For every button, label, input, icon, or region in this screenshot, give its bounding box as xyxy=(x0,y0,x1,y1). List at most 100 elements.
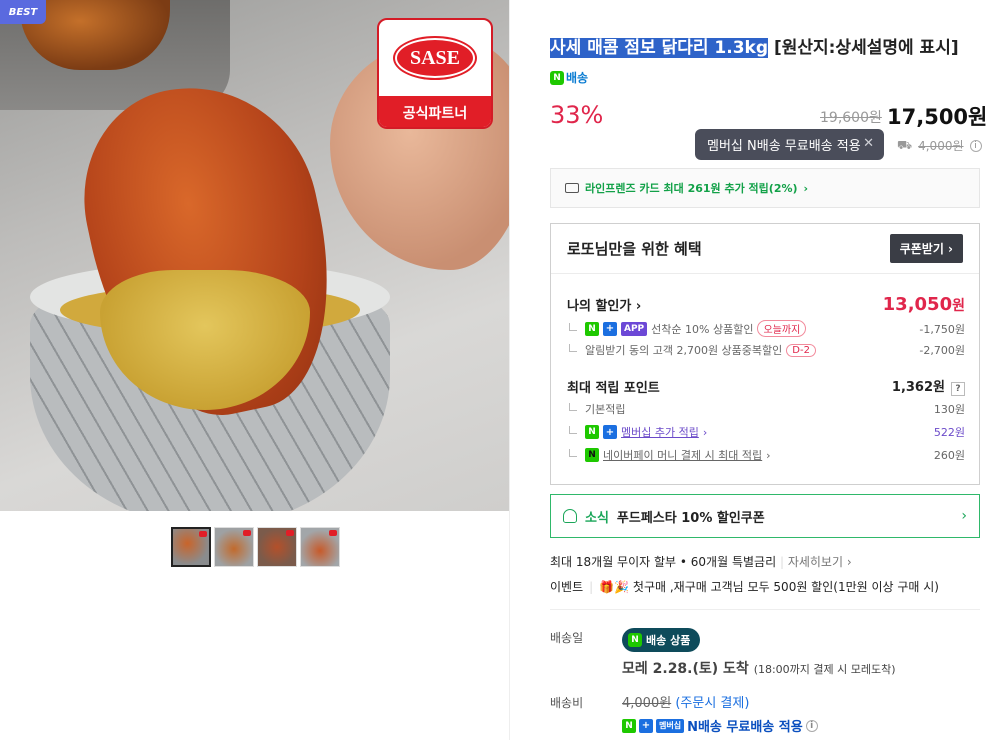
point-text: 기본적립 xyxy=(585,403,626,416)
naverpay-points-link[interactable]: 네이버페이 머니 결제 시 최대 적립 xyxy=(603,447,762,463)
coupon-button[interactable]: 쿠폰받기 › xyxy=(889,234,963,263)
membership-tooltip: 멤버십 N배송 무료배송 적용 ✕ xyxy=(695,129,884,160)
naverpay-icon: N xyxy=(585,448,599,462)
product-title-selected: 사세 매콤 점보 닭다리 1.3kg xyxy=(550,38,769,58)
product-title: 사세 매콤 점보 닭다리 1.3kg [원산지:상세설명에 표시] N 배송 xyxy=(550,33,980,93)
delivery-note: (18:00까지 결제 시 모레도착) xyxy=(753,663,896,676)
shipping-fee-summary: ⛟ 4,000원 i xyxy=(897,137,982,154)
sase-logo: SASE xyxy=(395,38,475,78)
shipping-fee: 4,000원 (주문시 결제) xyxy=(622,692,749,711)
party-icon: 🎉 xyxy=(614,580,630,594)
benefit-title: 로또님만을 위한 혜택 xyxy=(567,240,702,258)
discount-amount: -2,700원 xyxy=(919,344,965,357)
my-price-number: 13,050 xyxy=(882,294,953,315)
delivery-date-label: 배송일 xyxy=(550,631,584,645)
news-tag: 소식 xyxy=(585,510,609,526)
card-promo[interactable]: 라인프렌즈 카드 최대 261원 추가 적립(2%) › xyxy=(550,168,980,208)
thumbnail-1[interactable] xyxy=(171,527,211,567)
news-coupon-banner[interactable]: 소식 푸드페스타 10% 할인쿠폰 › xyxy=(550,494,980,538)
card-promo-text: 라인프렌즈 카드 최대 261원 추가 적립(2%) xyxy=(585,182,798,195)
discount-text: 선착순 10% 상품할인 xyxy=(651,322,754,336)
plus-icon: + xyxy=(603,321,617,336)
n-icon: N xyxy=(585,425,599,439)
event-text: 첫구매 ,재구매 고객님 모두 500원 할인(1만원 이상 구매 시) xyxy=(632,580,939,594)
thumb-logo-icon xyxy=(329,530,337,536)
discount-rate: 33% xyxy=(550,101,604,129)
point-amount: 130원 xyxy=(933,403,965,416)
shipping-fee-amount: 4,000원 xyxy=(622,696,672,711)
n-delivery-icon: N xyxy=(550,71,564,85)
close-icon[interactable]: ✕ xyxy=(863,136,874,151)
delivery-chip-label: 배송 상품 xyxy=(646,634,691,647)
delivery-date-text: 모레 2.28.(토) 도착 xyxy=(622,661,749,677)
thumb-logo-icon xyxy=(199,531,207,537)
discount-row-2: 알림받기 동의 고객 2,700원 상품중복할인 D-2 -2,700원 xyxy=(567,342,965,358)
tooltip-text: 멤버십 N배송 무료배송 적용 xyxy=(707,139,861,154)
point-row-3[interactable]: N 네이버페이 머니 결제 시 최대 적립 › 260원 xyxy=(567,447,965,463)
coupon-button-label: 쿠폰받기 xyxy=(899,242,944,256)
event-label: 이벤트 xyxy=(550,580,584,594)
info-icon[interactable]: i xyxy=(805,719,818,732)
pay-on-order: (주문시 결제) xyxy=(675,696,750,711)
product-info: 사세 매콤 점보 닭다리 1.3kg [원산지:상세설명에 표시] N 배송 33… xyxy=(509,0,991,740)
brand-partner-badge: SASE 공식파트너 xyxy=(377,18,493,129)
chevron-right-icon: › xyxy=(961,508,967,524)
chevron-right-icon: › xyxy=(803,181,809,195)
info-icon[interactable]: i xyxy=(969,139,982,152)
membership-badge: 멤버십 xyxy=(656,718,685,733)
thumbnail-4[interactable] xyxy=(300,527,340,567)
membership-free-shipping: N + 멤버십 N배송 무료배송 적용 i xyxy=(622,716,818,735)
bell-icon xyxy=(563,509,577,523)
point-amount: 260원 xyxy=(933,449,965,462)
benefit-box: 로또님만을 위한 혜택 쿠폰받기 › 나의 할인가 › 13,050원 N + AP… xyxy=(550,223,980,485)
my-price-unit: 원 xyxy=(952,298,965,314)
help-icon[interactable]: ? xyxy=(951,382,965,396)
product-gallery: BEST SASE 공식파트너 xyxy=(0,0,509,740)
membership-points-link[interactable]: 멤버십 추가 적립 xyxy=(621,424,699,440)
n-icon: N xyxy=(628,633,642,647)
n-delivery-badge: N 배송 xyxy=(550,63,588,93)
delivery-date: 모레 2.28.(토) 도착 (18:00까지 결제 시 모레도착) xyxy=(622,658,896,678)
points-row: 최대 적립 포인트 1,362원? xyxy=(567,376,965,396)
my-price-value: 13,050원 xyxy=(883,294,965,315)
discount-text: 알림받기 동의 고객 2,700원 상품중복할인 xyxy=(585,344,783,357)
n-icon: N xyxy=(622,718,636,733)
today-only-tag: 오늘까지 xyxy=(757,320,807,337)
product-title-origin: [원산지:상세설명에 표시] xyxy=(768,38,959,58)
discount-amount: -1,750원 xyxy=(919,322,965,336)
shipping-fee-strike: 4,000원 xyxy=(918,139,964,153)
membership-free-shipping-text: N배송 무료배송 적용 xyxy=(687,720,803,735)
d-day-tag: D-2 xyxy=(786,343,816,357)
my-price-row[interactable]: 나의 할인가 › 13,050원 xyxy=(567,294,965,315)
installment-info: 최대 18개월 무이자 할부 • 60개월 특별금리 | 자세히보기 › xyxy=(550,555,852,569)
points-value: 1,362원 xyxy=(891,380,945,395)
point-row-1: 기본적립 130원 xyxy=(567,401,965,417)
product-main-image[interactable]: BEST SASE 공식파트너 xyxy=(0,0,509,511)
point-row-2[interactable]: N + 멤버십 추가 적립 › 522원 xyxy=(567,424,965,440)
n-delivery-chip: N 배송 상품 xyxy=(622,628,701,652)
official-partner-label: 공식파트너 xyxy=(379,96,491,127)
thumbnail-2[interactable] xyxy=(214,527,254,567)
n-icon: N xyxy=(585,321,599,336)
news-text: 푸드페스타 10% 할인쿠폰 xyxy=(616,510,765,526)
original-price: 19,600원 xyxy=(820,110,882,126)
see-more-link[interactable]: 자세히보기 xyxy=(788,555,843,569)
thumb-logo-icon xyxy=(243,530,251,536)
sale-price: 17,500원 xyxy=(887,105,988,129)
shipping-fee-label: 배송비 xyxy=(550,696,584,710)
n-delivery-label: 배송 xyxy=(566,71,589,85)
thumb-logo-icon xyxy=(286,530,294,536)
plus-icon: + xyxy=(639,718,653,733)
discount-row-1: N + APP 선착순 10% 상품할인 오늘까지 -1,750원 xyxy=(567,320,965,337)
divider xyxy=(550,609,980,610)
my-price-label: 나의 할인가 xyxy=(567,299,632,314)
thumbnail-3[interactable] xyxy=(257,527,297,567)
app-badge: APP xyxy=(621,321,648,336)
gift-icon: 🎁 xyxy=(599,580,615,594)
card-icon xyxy=(565,183,579,193)
points-label: 최대 적립 포인트 xyxy=(567,380,660,396)
best-badge: BEST xyxy=(0,0,46,24)
thumbnail-list xyxy=(171,527,340,567)
plus-icon: + xyxy=(603,425,617,439)
point-amount: 522원 xyxy=(933,426,965,439)
